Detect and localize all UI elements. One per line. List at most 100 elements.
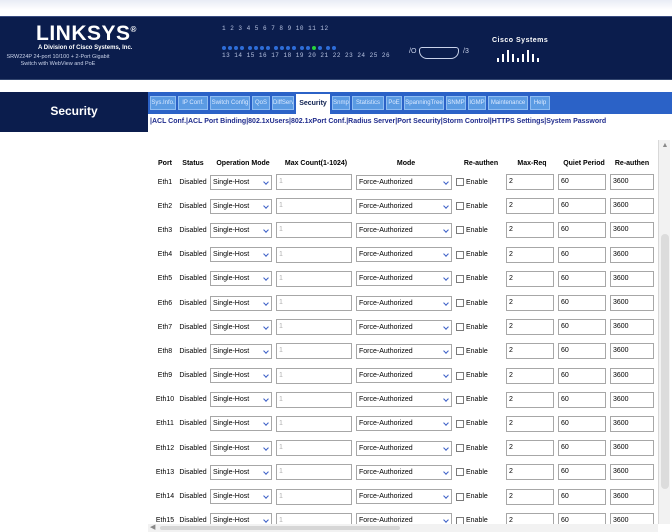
reauthen-checkbox[interactable] — [456, 250, 464, 259]
reauthen-toggle[interactable]: Enable — [456, 299, 506, 308]
reauth-period-field[interactable]: 3600 — [610, 440, 654, 457]
max-req-field[interactable]: 2 — [506, 270, 554, 287]
subnav-links[interactable]: |ACL Conf.|ACL Port Binding|802.1xUsers|… — [150, 118, 606, 125]
reauth-period-field[interactable]: 3600 — [610, 319, 654, 336]
quiet-period-field[interactable]: 60 — [558, 367, 606, 384]
reauth-period-field[interactable]: 3600 — [610, 488, 654, 505]
tab-security[interactable]: Security — [296, 94, 330, 114]
max-req-field[interactable]: 2 — [506, 295, 554, 312]
tab-sys-info[interactable]: Sys.Info. — [150, 96, 176, 110]
mode-select[interactable]: Force-Authorized — [356, 271, 452, 287]
reauthen-toggle[interactable]: Enable — [456, 323, 506, 332]
quiet-period-field[interactable]: 60 — [558, 174, 606, 191]
tab-qos[interactable]: QoS — [252, 96, 270, 110]
mode-select[interactable]: Force-Authorized — [356, 513, 452, 524]
vertical-scroll-thumb[interactable] — [661, 234, 669, 489]
reauthen-checkbox[interactable] — [456, 299, 464, 308]
quiet-period-field[interactable]: 60 — [558, 343, 606, 360]
quiet-period-field[interactable]: 60 — [558, 222, 606, 239]
quiet-period-field[interactable]: 60 — [558, 295, 606, 312]
reauth-period-field[interactable]: 3600 — [610, 464, 654, 481]
operation-mode-select[interactable]: Single-Host — [210, 440, 272, 456]
quiet-period-field[interactable]: 60 — [558, 464, 606, 481]
max-count-field[interactable]: 1 — [276, 174, 352, 191]
reauthen-toggle[interactable]: Enable — [456, 226, 506, 235]
operation-mode-select[interactable]: Single-Host — [210, 319, 272, 335]
operation-mode-select[interactable]: Single-Host — [210, 271, 272, 287]
reauthen-checkbox[interactable] — [456, 516, 464, 524]
mode-select[interactable]: Force-Authorized — [356, 174, 452, 190]
operation-mode-select[interactable]: Single-Host — [210, 174, 272, 190]
reauthen-toggle[interactable]: Enable — [456, 492, 506, 501]
mode-select[interactable]: Force-Authorized — [356, 416, 452, 432]
horizontal-scroll-thumb[interactable] — [160, 526, 400, 530]
reauthen-toggle[interactable]: Enable — [456, 202, 506, 211]
max-count-field[interactable]: 1 — [276, 488, 352, 505]
scroll-left-icon[interactable]: ◀ — [150, 523, 155, 531]
mode-select[interactable]: Force-Authorized — [356, 247, 452, 263]
quiet-period-field[interactable]: 60 — [558, 415, 606, 432]
tab-snmp[interactable]: SNMP — [446, 96, 466, 110]
max-count-field[interactable]: 1 — [276, 198, 352, 215]
reauth-period-field[interactable]: 3600 — [610, 270, 654, 287]
operation-mode-select[interactable]: Single-Host — [210, 416, 272, 432]
operation-mode-select[interactable]: Single-Host — [210, 489, 272, 505]
quiet-period-field[interactable]: 60 — [558, 440, 606, 457]
reauthen-toggle[interactable]: Enable — [456, 274, 506, 283]
reauthen-toggle[interactable]: Enable — [456, 347, 506, 356]
tab-snmp[interactable]: Snmp — [332, 96, 350, 110]
operation-mode-select[interactable]: Single-Host — [210, 247, 272, 263]
reauthen-checkbox[interactable] — [456, 323, 464, 332]
max-count-field[interactable]: 1 — [276, 270, 352, 287]
operation-mode-select[interactable]: Single-Host — [210, 464, 272, 480]
mode-select[interactable]: Force-Authorized — [356, 343, 452, 359]
operation-mode-select[interactable]: Single-Host — [210, 368, 272, 384]
max-count-field[interactable]: 1 — [276, 464, 352, 481]
quiet-period-field[interactable]: 60 — [558, 488, 606, 505]
reauth-period-field[interactable]: 3600 — [610, 246, 654, 263]
tab-statistics[interactable]: Statistics — [352, 96, 384, 110]
quiet-period-field[interactable]: 60 — [558, 319, 606, 336]
max-count-field[interactable]: 1 — [276, 512, 352, 524]
max-count-field[interactable]: 1 — [276, 246, 352, 263]
reauthen-toggle[interactable]: Enable — [456, 444, 506, 453]
reauthen-checkbox[interactable] — [456, 202, 464, 211]
quiet-period-field[interactable]: 60 — [558, 270, 606, 287]
reauth-period-field[interactable]: 3600 — [610, 512, 654, 524]
mode-select[interactable]: Force-Authorized — [356, 368, 452, 384]
tab-poe[interactable]: PoE — [386, 96, 402, 110]
reauthen-toggle[interactable]: Enable — [456, 371, 506, 380]
reauth-period-field[interactable]: 3600 — [610, 391, 654, 408]
operation-mode-select[interactable]: Single-Host — [210, 198, 272, 214]
reauth-period-field[interactable]: 3600 — [610, 198, 654, 215]
max-req-field[interactable]: 2 — [506, 198, 554, 215]
max-req-field[interactable]: 2 — [506, 415, 554, 432]
vertical-scrollbar[interactable]: ▲ — [658, 140, 670, 524]
max-req-field[interactable]: 2 — [506, 319, 554, 336]
reauth-period-field[interactable]: 3600 — [610, 174, 654, 191]
reauthen-toggle[interactable]: Enable — [456, 419, 506, 428]
tab-igmp[interactable]: IGMP — [468, 96, 486, 110]
quiet-period-field[interactable]: 60 — [558, 246, 606, 263]
reauth-period-field[interactable]: 3600 — [610, 222, 654, 239]
reauth-period-field[interactable]: 3600 — [610, 415, 654, 432]
operation-mode-select[interactable]: Single-Host — [210, 343, 272, 359]
max-req-field[interactable]: 2 — [506, 246, 554, 263]
tab-switch-config[interactable]: Switch Config — [210, 96, 250, 110]
max-req-field[interactable]: 2 — [506, 222, 554, 239]
max-req-field[interactable]: 2 — [506, 512, 554, 524]
reauth-period-field[interactable]: 3600 — [610, 367, 654, 384]
reauthen-checkbox[interactable] — [456, 347, 464, 356]
mode-select[interactable]: Force-Authorized — [356, 464, 452, 480]
max-count-field[interactable]: 1 — [276, 367, 352, 384]
scroll-up-icon[interactable]: ▲ — [661, 142, 669, 150]
mode-select[interactable]: Force-Authorized — [356, 295, 452, 311]
reauthen-checkbox[interactable] — [456, 371, 464, 380]
max-count-field[interactable]: 1 — [276, 319, 352, 336]
reauthen-toggle[interactable]: Enable — [456, 178, 506, 187]
reauthen-toggle[interactable]: Enable — [456, 468, 506, 477]
quiet-period-field[interactable]: 60 — [558, 512, 606, 524]
mode-select[interactable]: Force-Authorized — [356, 319, 452, 335]
mode-select[interactable]: Force-Authorized — [356, 222, 452, 238]
reauthen-checkbox[interactable] — [456, 468, 464, 477]
